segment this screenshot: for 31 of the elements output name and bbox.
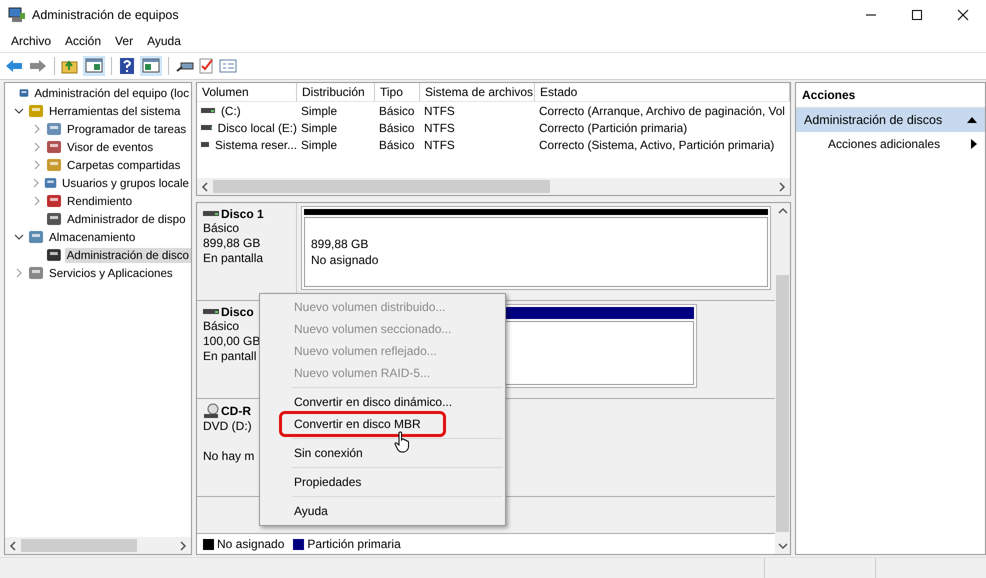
table-cell: Correcto (Arranque, Archivo de paginación, Vol	[539, 104, 785, 118]
partition-status: No asignado	[311, 252, 380, 268]
table-cell-text: Disco local (E:)	[216, 120, 297, 134]
table-cell: Básico	[379, 138, 414, 152]
disk-detail: Básico	[203, 221, 240, 236]
disk-name: CD-R	[221, 404, 251, 418]
table-cell-text: Sistema reser...	[214, 138, 297, 152]
table-cell: Básico	[379, 120, 414, 134]
legend-label: No asignado	[217, 537, 284, 551]
window-title: Administración de equipos	[32, 8, 179, 22]
partition-size: 899,88 GB	[311, 236, 370, 252]
table-cell-text: (C:)	[220, 104, 241, 118]
legend-label: Partición primaria	[307, 537, 401, 551]
disk-detail: 100,00 GB	[203, 334, 262, 349]
disk-detail: 899,88 GB	[203, 236, 262, 251]
table-cell: Simple	[301, 138, 338, 152]
table-cell: NTFS	[424, 104, 455, 118]
disk-detail: DVD (D:)	[203, 419, 253, 434]
disk-name: Disco	[221, 305, 254, 319]
table-cell: Simple	[301, 120, 338, 134]
disk-detail: En pantalla	[203, 251, 264, 266]
table-cell: NTFS	[424, 138, 455, 152]
table-cell: Básico	[379, 104, 414, 118]
disk-name: Disco 1	[221, 207, 264, 221]
disk-detail: No hay m	[203, 449, 256, 464]
disk-detail: En pantall	[203, 349, 258, 364]
table-cell: Correcto (Partición primaria)	[539, 120, 688, 134]
disk-detail: Básico	[203, 319, 240, 334]
table-cell: Correcto (Sistema, Activo, Partición primaria)	[539, 138, 774, 152]
table-cell: NTFS	[424, 120, 455, 134]
table-cell: Simple	[301, 104, 338, 118]
